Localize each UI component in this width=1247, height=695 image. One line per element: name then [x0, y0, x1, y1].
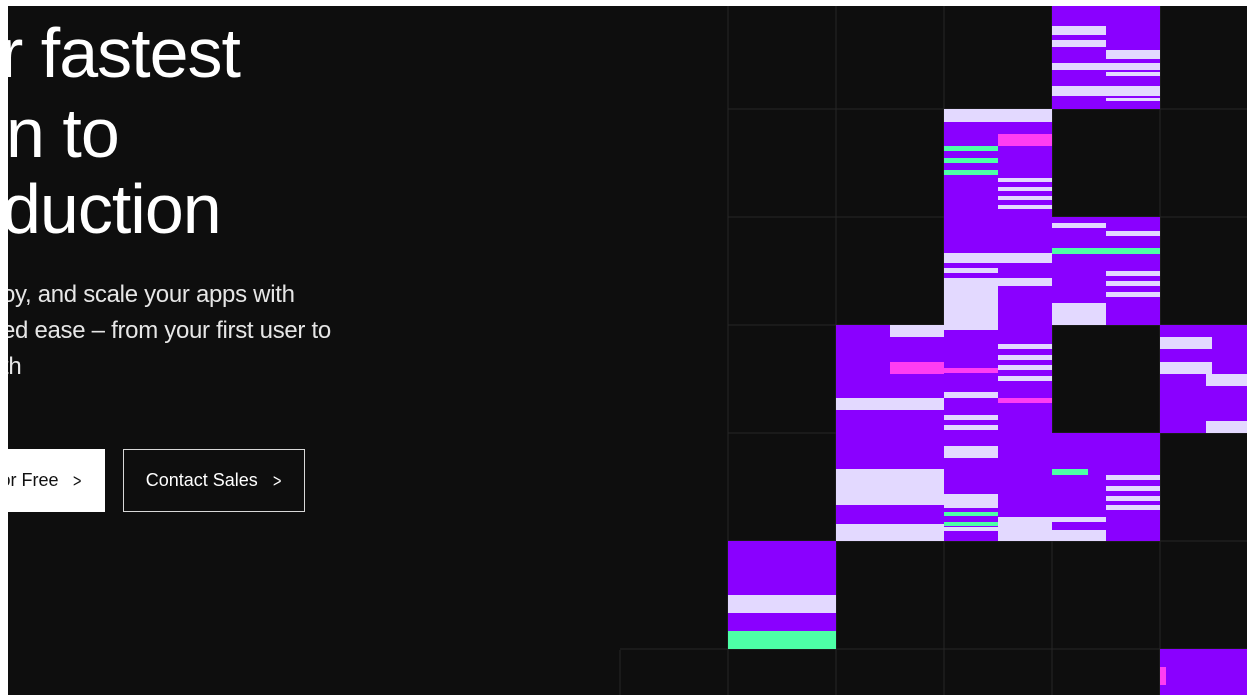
contact-sales-label: Contact Sales: [145, 470, 258, 490]
hero-subtitle-line-3: th: [8, 353, 22, 380]
hero-section: r fastest n to duction oy, and scale you…: [8, 6, 1247, 695]
hero-heading-line-2: n to: [8, 94, 120, 172]
grid-block: [836, 325, 944, 433]
grid-block: [1160, 649, 1247, 695]
hero-subtitle-line-1: oy, and scale your apps with: [8, 281, 295, 308]
try-for-free-label: or Free: [8, 470, 59, 490]
chevron-right-icon: >: [272, 470, 282, 491]
try-for-free-button[interactable]: or Free >: [8, 449, 105, 512]
hero-heading-line-3: duction: [8, 170, 222, 248]
hero-subtitle-line-2: ed ease – from your first user to: [8, 317, 331, 344]
decorative-grid-graphic: [619, 6, 1247, 695]
chevron-right-icon: >: [73, 470, 82, 491]
hero-heading-line-1: r fastest: [8, 14, 241, 92]
contact-sales-button[interactable]: Contact Sales >: [123, 449, 305, 512]
